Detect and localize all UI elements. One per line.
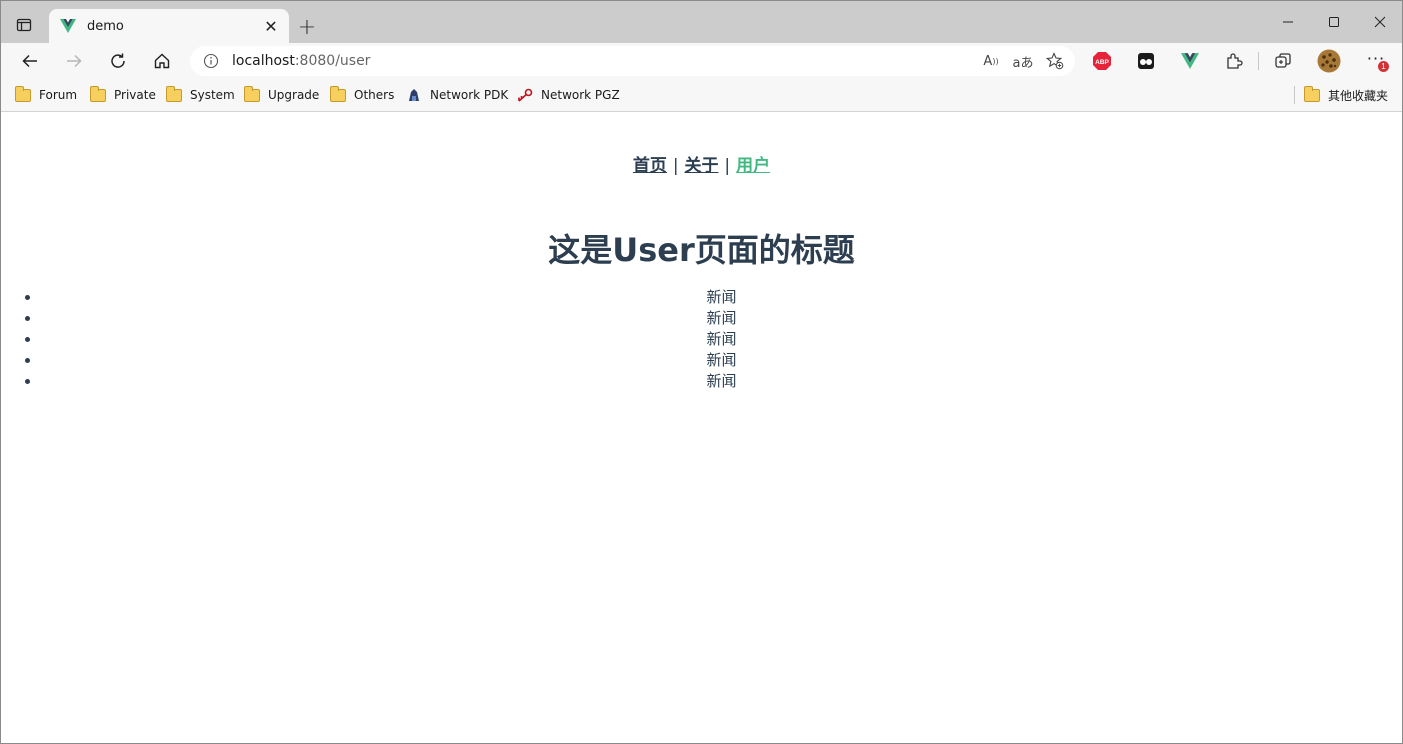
nav-user-link[interactable]: 用户 — [736, 156, 770, 176]
folder-icon — [330, 85, 346, 102]
abp-label: ABP — [1095, 59, 1109, 66]
address-url[interactable]: localhost:8080/user — [232, 53, 975, 69]
folder-icon — [90, 85, 106, 102]
back-arrow-icon[interactable] — [15, 46, 45, 76]
top-nav: 首页 | 关于 | 用户 — [1, 151, 1402, 176]
browser-toolbar: localhost:8080/user A)) aあ ABP ··· 1 — [1, 43, 1402, 79]
page-content: 首页 | 关于 | 用户 这是User页面的标题 新闻 新闻 新闻 新闻 新闻 — [1, 113, 1402, 743]
url-path: :8080/user — [294, 53, 371, 69]
folder-icon — [244, 85, 260, 102]
bookmarks-separator — [1294, 86, 1295, 104]
notification-badge: 1 — [1378, 61, 1389, 72]
read-aloud-icon[interactable]: A)) — [975, 47, 1007, 75]
bookmark-upgrade[interactable]: Upgrade — [244, 84, 319, 106]
bookmark-label: Upgrade — [268, 88, 320, 102]
extensions-icon[interactable] — [1219, 47, 1249, 75]
network-pdk-icon — [406, 88, 422, 102]
bookmark-system[interactable]: System — [166, 84, 235, 106]
adblock-plus-icon[interactable]: ABP — [1087, 47, 1117, 75]
nav-separator: | — [724, 156, 731, 176]
bookmark-label: Network PGZ — [541, 88, 620, 102]
forward-arrow-icon[interactable] — [59, 46, 89, 76]
bookmark-label: Private — [114, 88, 156, 102]
news-item: 新闻 — [41, 287, 1402, 308]
bookmarks-bar: Forum Private System Upgrade Others Netw… — [1, 79, 1402, 112]
tab-strip: demo ✕ + — [1, 1, 1402, 43]
key-icon — [517, 88, 533, 102]
news-list: 新闻 新闻 新闻 新闻 新闻 — [41, 287, 1402, 392]
news-item: 新闻 — [41, 308, 1402, 329]
toolbar-separator — [1258, 52, 1259, 70]
close-tab-icon[interactable]: ✕ — [257, 12, 285, 40]
tab-actions-icon[interactable] — [9, 12, 39, 38]
maximize-icon[interactable] — [1311, 7, 1357, 37]
news-item: 新闻 — [41, 329, 1402, 350]
bookmark-private[interactable]: Private — [90, 84, 156, 106]
nav-home-link[interactable]: 首页 — [633, 156, 667, 176]
tab-title: demo — [87, 18, 124, 34]
page-title: 这是User页面的标题 — [548, 231, 855, 269]
other-bookmarks[interactable]: 其他收藏夹 — [1304, 84, 1388, 106]
news-item: 新闻 — [41, 350, 1402, 371]
vue-devtools-icon[interactable] — [1175, 47, 1205, 75]
bookmark-network-pdk[interactable]: Network PDK — [406, 84, 508, 106]
bookmark-label: Network PDK — [430, 88, 509, 102]
bookmark-label: Forum — [39, 88, 78, 102]
folder-icon — [1304, 85, 1320, 102]
add-favorite-icon[interactable] — [1039, 47, 1071, 75]
bookmark-others[interactable]: Others — [330, 84, 394, 106]
other-bookmarks-label: 其他收藏夹 — [1328, 88, 1389, 103]
folder-icon — [15, 85, 31, 102]
browser-window: demo ✕ + localhost:8080/user A)) aあ ABP… — [0, 0, 1403, 744]
nav-about-link[interactable]: 关于 — [685, 156, 719, 176]
profile-avatar[interactable] — [1314, 47, 1344, 75]
bookmark-forum[interactable]: Forum — [15, 84, 77, 106]
tampermonkey-icon[interactable] — [1131, 47, 1161, 75]
address-bar[interactable]: localhost:8080/user A)) aあ — [190, 46, 1075, 76]
bookmark-network-pgz[interactable]: Network PGZ — [517, 84, 620, 106]
folder-icon — [166, 85, 182, 102]
nav-separator: | — [672, 156, 679, 176]
minimize-icon[interactable] — [1265, 7, 1311, 37]
bookmark-label: Others — [354, 88, 395, 102]
url-host: localhost — [232, 53, 295, 69]
tab-demo[interactable]: demo ✕ — [49, 9, 289, 43]
info-icon[interactable] — [202, 52, 220, 70]
home-icon[interactable] — [147, 46, 177, 76]
translate-icon[interactable]: aあ — [1007, 47, 1039, 75]
bookmark-label: System — [190, 88, 235, 102]
news-item: 新闻 — [41, 371, 1402, 392]
refresh-icon[interactable] — [103, 46, 133, 76]
settings-more-icon[interactable]: ··· 1 — [1361, 47, 1391, 75]
vue-logo-icon — [59, 17, 77, 35]
close-window-icon[interactable] — [1357, 7, 1402, 37]
new-tab-button[interactable]: + — [293, 13, 321, 41]
collections-icon[interactable] — [1268, 47, 1298, 75]
